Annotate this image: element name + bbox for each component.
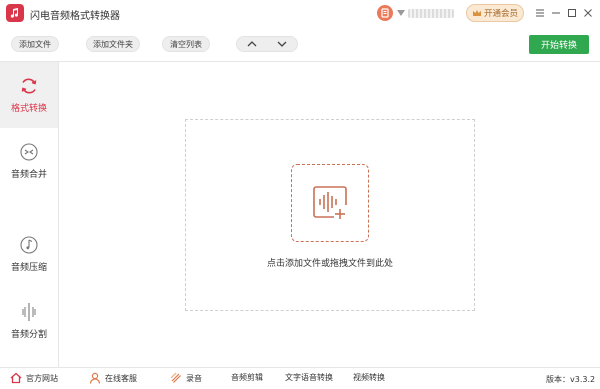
- toolbar: 添加文件 添加文件夹 清空列表 开始转换: [0, 31, 600, 59]
- vip-badge-icon: [397, 10, 405, 16]
- maximize-icon[interactable]: [565, 6, 579, 20]
- chevron-up-icon: [247, 41, 257, 47]
- move-down-button[interactable]: [267, 37, 297, 51]
- record-icon: [170, 372, 182, 384]
- title-bar: 闪电音频格式转换器 开通会员: [0, 0, 600, 27]
- message-icon[interactable]: [377, 5, 393, 21]
- split-icon: [19, 302, 39, 322]
- add-folder-button[interactable]: 添加文件夹: [86, 36, 140, 52]
- sidebar-item-audio-compress[interactable]: 音频压缩: [0, 221, 58, 287]
- version-label: 版本：v3.3.2: [546, 375, 596, 384]
- start-convert-button[interactable]: 开始转换: [529, 35, 589, 54]
- support-label: 在线客服: [105, 373, 137, 383]
- clear-list-button[interactable]: 清空列表: [162, 36, 210, 52]
- chevron-down-icon: [277, 41, 287, 47]
- music-note-icon: [19, 235, 39, 255]
- bottom-bar: 官方网站 在线客服 录音 音频剪辑 文字语音转换 视频转换 版本：v3.3.2: [0, 368, 600, 389]
- vip-button[interactable]: 开通会员: [466, 4, 524, 22]
- sidebar-item-label: 音频分割: [10, 330, 47, 340]
- sidebar-item-label: 格式转换: [10, 104, 47, 114]
- video-convert-link[interactable]: 视频转换: [353, 372, 385, 383]
- username[interactable]: [408, 9, 454, 18]
- sidebar-item-label: 音频压缩: [10, 263, 47, 273]
- drop-hint: 点击添加文件或拖拽文件到此处: [266, 259, 393, 269]
- website-label: 官方网站: [26, 373, 58, 383]
- home-icon: [10, 372, 22, 384]
- toolbar-divider: [0, 61, 600, 62]
- sidebar-item-label: 音频合并: [10, 170, 47, 180]
- sidebar-item-audio-split[interactable]: 音频分割: [0, 288, 58, 354]
- reorder-group: [236, 36, 298, 52]
- sidebar: 格式转换 音频合并 音频压缩 音频分割: [0, 62, 59, 367]
- audio-cut-link[interactable]: 音频剪辑: [231, 372, 263, 383]
- sidebar-item-audio-merge[interactable]: 音频合并: [0, 128, 58, 194]
- minimize-icon[interactable]: [549, 6, 563, 20]
- app-logo: [6, 4, 24, 22]
- add-file-button[interactable]: 添加文件: [11, 36, 59, 52]
- text-to-speech-link[interactable]: 文字语音转换: [285, 372, 333, 383]
- merge-icon: [19, 142, 39, 162]
- sidebar-item-format-convert[interactable]: 格式转换: [0, 62, 58, 128]
- menu-icon[interactable]: [533, 6, 547, 20]
- record-link[interactable]: 录音: [170, 372, 202, 384]
- website-link[interactable]: 官方网站: [10, 372, 58, 384]
- record-label: 录音: [186, 373, 202, 383]
- crown-icon: [472, 10, 481, 16]
- move-up-button[interactable]: [237, 37, 267, 51]
- refresh-icon: [19, 76, 39, 96]
- support-link[interactable]: 在线客服: [89, 372, 137, 384]
- app-title: 闪电音频格式转换器: [30, 11, 120, 22]
- customer-service-icon: [89, 372, 101, 384]
- vip-button-label: 开通会员: [483, 9, 518, 19]
- close-icon[interactable]: [581, 6, 595, 20]
- add-file-area[interactable]: [291, 164, 369, 242]
- add-audio-icon: [313, 186, 347, 219]
